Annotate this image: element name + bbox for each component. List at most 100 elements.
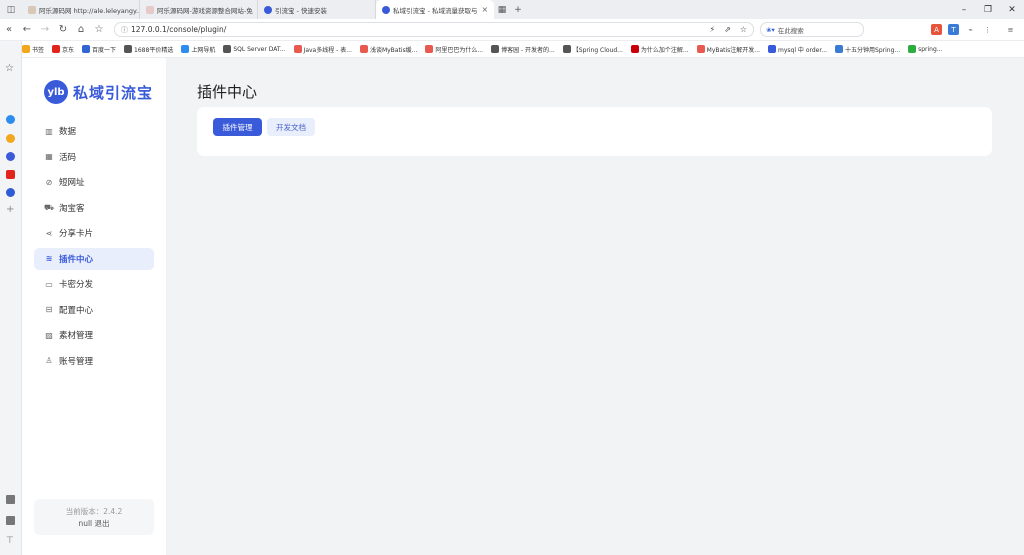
new-tab-icon[interactable]: + — [510, 5, 526, 15]
url-field[interactable]: ⓘ 127.0.0.1/console/plugin/ ⚡ ⇗ ☆ — [114, 22, 754, 37]
bookmark-item[interactable]: 阿里巴巴为什么... — [425, 45, 483, 54]
app-icon-clock[interactable] — [6, 188, 15, 197]
sidebar-item-layers[interactable]: ≋ 插件中心 — [34, 247, 154, 270]
bookmark-item[interactable]: 浅谈MyBatis缓... — [359, 45, 417, 54]
close-window-icon[interactable]: ✕ — [1000, 5, 1024, 15]
sidebar-item-image[interactable]: ▨ 素材管理 — [34, 324, 154, 346]
bookmark-item[interactable]: spring... — [908, 45, 943, 53]
tab-grid-icon[interactable]: ▦ — [494, 5, 510, 15]
app-icon-blue[interactable] — [6, 115, 15, 124]
bookmark-favicon — [908, 45, 917, 53]
bookmark-favicon — [359, 45, 368, 53]
bookmark-favicon — [22, 45, 30, 53]
panel-icon-2[interactable] — [6, 516, 15, 525]
browser-tab-3[interactable]: 引流宝 - 快速安装 — [258, 0, 376, 19]
bookmark-favicon — [52, 45, 61, 53]
bookmark-item[interactable]: 上网导航 — [181, 45, 215, 54]
plugin-card: 插件管理 开发文档 — [197, 107, 992, 156]
browser-tab-active[interactable]: 私域引流宝 - 私域流量获取与 × — [376, 0, 494, 19]
browser-tab-1[interactable]: 阿乐源码网 http://ale.leleyangy... — [22, 0, 140, 19]
bookmark-item[interactable]: Java多线程 - 表... — [293, 45, 352, 54]
user-icon: ♙ — [45, 356, 53, 365]
menu-icon[interactable]: ≡ — [1005, 24, 1016, 35]
panel-icon-1[interactable] — [6, 495, 15, 504]
bookmark-item[interactable]: 十五分钟用Spring... — [835, 45, 900, 54]
app-sidebar: ylb 私域引流宝 ▥ 数据 ▦ 活码 ⊘ 短网址 ⛟ 淘宝客 ⋖ 分享卡片 ≋ 插件中心 ▭ 卡密分发 ⊟… — [22, 58, 166, 555]
bookmark-item[interactable]: MyBatis注解开发... — [696, 45, 761, 54]
bookmark-label: 百度一下 — [92, 46, 117, 54]
favorites-icon[interactable]: ☆ — [5, 63, 14, 74]
bookmark-item[interactable]: 百度一下 — [82, 45, 116, 54]
search-box[interactable]: ❀▾ 在此搜索 — [760, 22, 864, 37]
sidebar-toggle-icon[interactable]: ◫ — [0, 0, 22, 19]
cart-icon: ⛟ — [44, 202, 55, 212]
pin-icon[interactable]: ⊤ — [6, 536, 15, 546]
bookmark-item[interactable]: 京东 — [52, 45, 74, 54]
forward-icon[interactable]: → — [36, 24, 54, 35]
version-text: 当前版本：2.4.2 — [65, 507, 123, 516]
bookmark-item[interactable]: SQL Server DAT... — [223, 45, 286, 53]
minimize-icon[interactable]: – — [952, 5, 976, 15]
translate-extension-icon[interactable]: T — [948, 24, 959, 35]
share-icon[interactable]: ⇗ — [724, 25, 731, 34]
sidebar-item-label: 配置中心 — [59, 305, 94, 316]
bookmark-label: MyBatis注解开发... — [706, 46, 761, 54]
bookmark-label: 书签 — [32, 46, 45, 54]
extension-icon[interactable]: ⌁ — [965, 24, 976, 35]
bookmark-favicon — [630, 45, 639, 53]
sidebar-item-label: 短网址 — [59, 178, 85, 188]
tab-dev-docs[interactable]: 开发文档 — [267, 118, 315, 136]
bookmark-label: Java多线程 - 表... — [303, 46, 352, 54]
lightning-icon[interactable]: ⚡ — [710, 25, 716, 34]
more-icon[interactable]: ⋮ — [982, 24, 993, 35]
qrcode-icon: ▦ — [45, 152, 53, 161]
info-icon: ⓘ — [121, 25, 128, 34]
sidebar-item-chart[interactable]: ▥ 数据 — [34, 120, 154, 142]
search-engine-icon[interactable]: ❀▾ — [766, 26, 775, 34]
add-panel-icon[interactable]: + — [6, 204, 15, 215]
bookmark-item[interactable]: 【Spring Cloud... — [562, 45, 623, 54]
sidebar-item-link[interactable]: ⊘ 短网址 — [34, 171, 154, 193]
chart-icon: ▥ — [45, 126, 53, 136]
restore-icon[interactable]: ❐ — [976, 5, 1000, 15]
sidebar-item-qrcode[interactable]: ▦ 活码 — [34, 146, 154, 168]
app-icon-red[interactable] — [6, 170, 15, 179]
home-icon[interactable]: ⌂ — [72, 24, 90, 35]
address-bar: « ← → ↻ ⌂ ☆ ⓘ 127.0.0.1/console/plugin/ … — [0, 19, 1024, 41]
tab-label: 私域引流宝 - 私域流量获取与 — [393, 6, 478, 15]
sidebar-item-share[interactable]: ⋖ 分享卡片 — [34, 222, 154, 244]
bookmark-item[interactable]: mysql 中 order... — [768, 45, 827, 54]
close-tab-icon[interactable]: × — [481, 5, 488, 14]
bookmark-favicon — [562, 45, 571, 53]
bookmark-star-icon[interactable]: ☆ — [90, 24, 108, 35]
logout-link[interactable]: 退出 — [95, 519, 110, 528]
collapse-icon[interactable]: « — [0, 24, 18, 35]
sidebar-item-cart[interactable]: ⛟ 淘宝客 — [34, 197, 154, 219]
tab-favicon — [382, 5, 390, 14]
back-icon[interactable]: ← — [18, 24, 36, 35]
sidebar-item-label: 卡密分发 — [59, 280, 94, 290]
app-icon-multicolor[interactable] — [6, 134, 15, 143]
bookmark-favicon — [293, 45, 302, 53]
app-icon-paw[interactable] — [6, 152, 15, 161]
favorite-icon[interactable]: ☆ — [740, 25, 747, 34]
sidebar-menu: ▥ 数据 ▦ 活码 ⊘ 短网址 ⛟ 淘宝客 ⋖ 分享卡片 ≋ 插件中心 ▭ 卡密分发 ⊟ 配置中心 ▨ 素材管理 ♙… — [34, 120, 154, 375]
browser-tab-2[interactable]: 阿乐源码网-游戏资源整合网站-免 — [140, 0, 258, 19]
tab-plugin-management[interactable]: 插件管理 — [213, 118, 262, 136]
bookmark-item[interactable]: 为什么加个注解... — [630, 45, 689, 54]
config-icon: ⊟ — [45, 305, 53, 314]
bookmark-item[interactable]: 1688平价精选 — [124, 45, 173, 54]
pdf-extension-icon[interactable]: A — [931, 24, 942, 35]
layers-icon: ≋ — [45, 254, 53, 263]
bookmarks-bar: 书签 京东 百度一下 1688平价精选 上网导航 SQL Server DAT... Jav… — [22, 41, 1024, 58]
sidebar-item-config[interactable]: ⊟ 配置中心 — [34, 299, 154, 321]
bookmark-item[interactable]: 书签 — [22, 45, 44, 54]
sidebar-item-user[interactable]: ♙ 账号管理 — [34, 350, 154, 372]
sidebar-item-card[interactable]: ▭ 卡密分发 — [34, 273, 154, 295]
bookmark-item[interactable]: 博客园 - 开发者的... — [491, 45, 555, 54]
bookmark-label: 博客园 - 开发者的... — [501, 46, 555, 54]
tab-label: 引流宝 - 快速安装 — [275, 6, 327, 15]
reload-icon[interactable]: ↻ — [54, 24, 72, 35]
app-logo[interactable]: ylb 私域引流宝 — [44, 80, 153, 104]
tab-label: 阿乐源码网 http://ale.leleyangy... — [39, 6, 140, 15]
